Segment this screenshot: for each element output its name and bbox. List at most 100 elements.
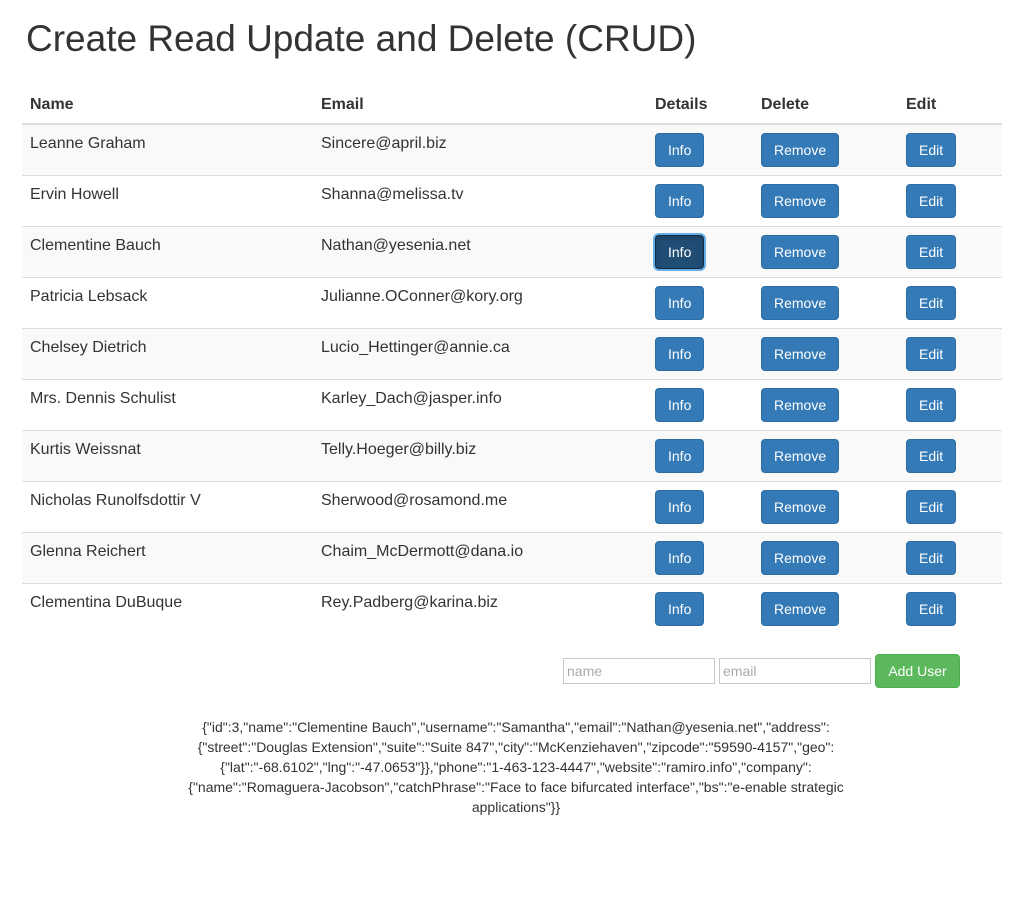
details-cell: Info [647,328,753,380]
user-details-output: {"id":3,"name":"Clementine Bauch","usern… [188,719,844,815]
edit-button[interactable]: Edit [906,490,957,524]
edit-cell: Edit [898,226,1002,278]
info-button[interactable]: Info [655,388,705,422]
user-email-cell: Julianne.OConner@kory.org [313,277,647,329]
edit-cell: Edit [898,481,1002,533]
remove-button[interactable]: Remove [761,490,840,524]
add-user-form: Add User [563,654,960,688]
details-cell: Info [647,481,753,533]
table-row: Nicholas Runolfsdottir V Sherwood@rosamon… [22,481,1002,533]
edit-cell: Edit [898,175,1002,227]
user-name-cell: Leanne Graham [22,123,313,176]
edit-button[interactable]: Edit [906,541,957,575]
table-row: Clementina DuBuque Rey.Padberg@karina.biz… [22,583,1002,634]
info-button[interactable]: Info [655,184,705,218]
table-row: Glenna Reichert Chaim_McDermott@dana.io In… [22,532,1002,584]
info-button[interactable]: Info [655,541,705,575]
edit-button[interactable]: Edit [906,337,957,371]
info-button[interactable]: Info [655,592,705,626]
edit-button[interactable]: Edit [906,235,957,269]
details-cell: Info [647,379,753,431]
user-name-cell: Nicholas Runolfsdottir V [22,481,313,533]
details-cell: Info [647,175,753,227]
column-header-name: Name [22,86,313,125]
email-input[interactable] [719,658,871,684]
remove-button[interactable]: Remove [761,388,840,422]
info-button[interactable]: Info [655,439,705,473]
remove-button[interactable]: Remove [761,541,840,575]
remove-button[interactable]: Remove [761,286,840,320]
column-header-delete: Delete [753,86,898,125]
remove-button[interactable]: Remove [761,184,840,218]
delete-cell: Remove [753,328,898,380]
user-email-cell: Lucio_Hettinger@annie.ca [313,328,647,380]
details-cell: Info [647,532,753,584]
table-header-row: Name Email Details Delete Edit [22,86,1002,125]
crud-page: Create Read Update and Delete (CRUD) Nam… [0,0,1032,909]
edit-cell: Edit [898,379,1002,431]
remove-button[interactable]: Remove [761,592,840,626]
user-name-cell: Ervin Howell [22,175,313,227]
delete-cell: Remove [753,379,898,431]
table-row: Patricia Lebsack Julianne.OConner@kory.or… [22,277,1002,329]
user-name-cell: Chelsey Dietrich [22,328,313,380]
table-row: Kurtis Weissnat Telly.Hoeger@billy.biz Inf… [22,430,1002,482]
user-email-cell: Telly.Hoeger@billy.biz [313,430,647,482]
name-input[interactable] [563,658,715,684]
info-button[interactable]: Info [655,490,705,524]
user-email-cell: Sherwood@rosamond.me [313,481,647,533]
info-button[interactable]: Info [655,133,705,167]
table-body: Leanne Graham Sincere@april.biz Info Remove… [22,123,1002,634]
page-title: Create Read Update and Delete (CRUD) [26,18,697,59]
table-row: Mrs. Dennis Schulist Karley_Dach@jasper.i… [22,379,1002,431]
edit-button[interactable]: Edit [906,286,957,320]
details-cell: Info [647,583,753,634]
remove-button[interactable]: Remove [761,133,840,167]
edit-button[interactable]: Edit [906,388,957,422]
user-email-cell: Karley_Dach@jasper.info [313,379,647,431]
user-email-cell: Sincere@april.biz [313,123,647,176]
user-email-cell: Chaim_McDermott@dana.io [313,532,647,584]
table-row: Chelsey Dietrich Lucio_Hettinger@annie.ca… [22,328,1002,380]
user-name-cell: Patricia Lebsack [22,277,313,329]
user-name-cell: Clementine Bauch [22,226,313,278]
delete-cell: Remove [753,277,898,329]
edit-button[interactable]: Edit [906,184,957,218]
info-button[interactable]: Info [655,337,705,371]
edit-cell: Edit [898,532,1002,584]
user-email-cell: Rey.Padberg@karina.biz [313,583,647,634]
edit-cell: Edit [898,430,1002,482]
edit-button[interactable]: Edit [906,592,957,626]
table-row: Clementine Bauch Nathan@yesenia.net Info Re… [22,226,1002,278]
info-button[interactable]: Info [655,286,705,320]
delete-cell: Remove [753,430,898,482]
edit-cell: Edit [898,328,1002,380]
details-cell: Info [647,277,753,329]
delete-cell: Remove [753,481,898,533]
edit-button[interactable]: Edit [906,133,957,167]
delete-cell: Remove [753,226,898,278]
user-email-cell: Nathan@yesenia.net [313,226,647,278]
edit-cell: Edit [898,583,1002,634]
column-header-email: Email [313,86,647,125]
info-button[interactable]: Info [655,235,705,269]
remove-button[interactable]: Remove [761,235,840,269]
remove-button[interactable]: Remove [761,337,840,371]
table-row: Ervin Howell Shanna@melissa.tv Info Remove E… [22,175,1002,227]
add-user-button[interactable]: Add User [875,654,960,688]
edit-button[interactable]: Edit [906,439,957,473]
user-name-cell: Clementina DuBuque [22,583,313,634]
edit-cell: Edit [898,123,1002,176]
user-name-cell: Mrs. Dennis Schulist [22,379,313,431]
delete-cell: Remove [753,532,898,584]
remove-button[interactable]: Remove [761,439,840,473]
delete-cell: Remove [753,583,898,634]
table-row: Leanne Graham Sincere@april.biz Info Remove… [22,123,1002,176]
edit-cell: Edit [898,277,1002,329]
details-cell: Info [647,123,753,176]
user-name-cell: Glenna Reichert [22,532,313,584]
column-header-details: Details [647,86,753,125]
delete-cell: Remove [753,175,898,227]
users-table: Name Email Details Delete Edit Leanne Gr… [22,86,1002,634]
details-cell: Info [647,226,753,278]
